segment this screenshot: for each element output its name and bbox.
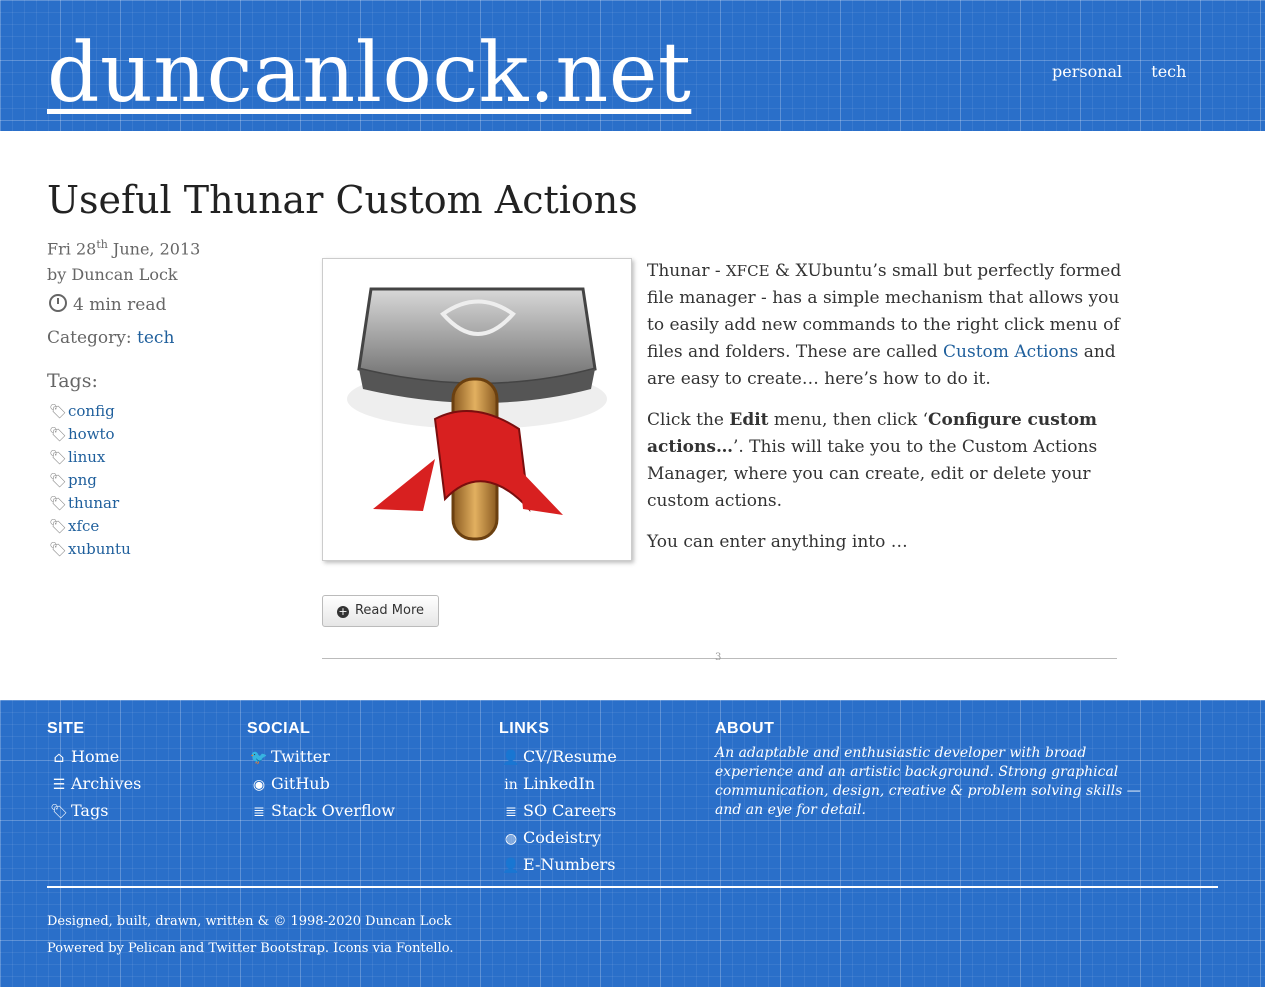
post-excerpt: Thunar - XFCE & XUbuntu’s small but perf… bbox=[647, 258, 1122, 570]
stackoverflow-icon: ≣ bbox=[253, 804, 265, 820]
tag-icon: 🏷 bbox=[49, 519, 67, 535]
footer-link-codeistry[interactable]: ◍ Codeistry bbox=[499, 825, 617, 852]
tag-list: 🏷config 🏷howto 🏷linux 🏷png 🏷thunar 🏷xfce… bbox=[49, 400, 131, 561]
category-link[interactable]: tech bbox=[137, 328, 174, 348]
footer-social: SOCIAL 🐦 Twitter ◉ GitHub ≣ Stack Overflow bbox=[247, 720, 395, 825]
divider-mark: 3 bbox=[715, 652, 722, 663]
twitter-icon: 🐦 bbox=[250, 750, 268, 766]
stackoverflow-icon: ≣ bbox=[505, 804, 517, 820]
footer-about-heading: ABOUT bbox=[715, 720, 775, 737]
tag-icon: 🏷 bbox=[49, 450, 67, 466]
footer-link-github[interactable]: ◉ GitHub bbox=[247, 771, 395, 798]
custom-actions-link[interactable]: Custom Actions bbox=[943, 342, 1078, 362]
footer-link-home[interactable]: ⌂ Home bbox=[47, 744, 141, 771]
clock-icon bbox=[49, 294, 67, 312]
post-title[interactable]: Useful Thunar Custom Actions bbox=[47, 178, 638, 222]
footer-links: LINKS 👤 CV/Resume in LinkedIn ≣ SO Careers … bbox=[499, 720, 617, 879]
bootstrap-link[interactable]: Twitter Bootstrap bbox=[208, 941, 325, 956]
github-icon: ◉ bbox=[252, 777, 266, 793]
post-category: Category: tech bbox=[47, 328, 175, 348]
footer-site-heading: SITE bbox=[47, 720, 85, 737]
footer-link-linkedin[interactable]: in LinkedIn bbox=[499, 771, 617, 798]
footer-copyright: Designed, built, drawn, written & © 1998… bbox=[47, 908, 453, 962]
footer-social-heading: SOCIAL bbox=[247, 720, 311, 737]
footer-divider bbox=[47, 886, 1218, 888]
footer-link-cv[interactable]: 👤 CV/Resume bbox=[499, 744, 617, 771]
tag-icon: 🏷 bbox=[49, 542, 67, 558]
linkedin-icon: in bbox=[504, 777, 518, 793]
nav-tech[interactable]: tech bbox=[1151, 62, 1186, 81]
tags-icon: 🏷 bbox=[50, 804, 68, 820]
user-icon: 👤 bbox=[502, 858, 520, 874]
tag-item[interactable]: 🏷linux bbox=[49, 446, 131, 469]
footer-about: ABOUT An adaptable and enthusiastic deve… bbox=[715, 720, 1160, 820]
tag-icon: 🏷 bbox=[49, 404, 67, 420]
home-icon: ⌂ bbox=[53, 750, 65, 766]
tag-item[interactable]: 🏷png bbox=[49, 469, 131, 492]
footer-link-socareers[interactable]: ≣ SO Careers bbox=[499, 798, 617, 825]
site-title-link[interactable]: duncanlock.net bbox=[47, 26, 691, 122]
nav-personal[interactable]: personal bbox=[1052, 62, 1122, 81]
powered-by: Powered by Pelican and Twitter Bootstrap… bbox=[47, 941, 454, 956]
site-header: duncanlock.net personal tech bbox=[0, 0, 1265, 131]
plus-circle-icon: + bbox=[336, 605, 349, 618]
footer-link-tags[interactable]: 🏷 Tags bbox=[47, 798, 141, 825]
about-text: An adaptable and enthusiastic developer … bbox=[715, 745, 1141, 818]
tag-item[interactable]: 🏷xfce bbox=[49, 515, 131, 538]
tag-item[interactable]: 🏷thunar bbox=[49, 492, 131, 515]
post-date: Fri 28th June, 2013 bbox=[47, 238, 201, 259]
tag-item[interactable]: 🏷howto bbox=[49, 423, 131, 446]
fontello-link[interactable]: Fontello bbox=[396, 941, 449, 956]
footer-link-twitter[interactable]: 🐦 Twitter bbox=[247, 744, 395, 771]
globe-icon: ◍ bbox=[504, 831, 518, 847]
tag-icon: 🏷 bbox=[49, 496, 67, 512]
tag-icon: 🏷 bbox=[49, 473, 67, 489]
read-time: 4 min read bbox=[49, 294, 166, 315]
pelican-link[interactable]: Pelican bbox=[128, 941, 176, 956]
footer-link-enumbers[interactable]: 👤 E-Numbers bbox=[499, 852, 617, 879]
tag-item[interactable]: 🏷xubuntu bbox=[49, 538, 131, 561]
footer-site: SITE ⌂ Home ☰ Archives 🏷 Tags bbox=[47, 720, 141, 825]
footer-link-archives[interactable]: ☰ Archives bbox=[47, 771, 142, 798]
footer-links-heading: LINKS bbox=[499, 720, 550, 737]
tag-icon: 🏷 bbox=[49, 427, 67, 443]
excerpt-para-2: Click the Edit menu, then click ‘Configu… bbox=[647, 410, 1098, 511]
hammer-icon bbox=[347, 287, 607, 541]
post-meta: Fri 28th June, 2013 by Duncan Lock bbox=[47, 232, 297, 288]
post-author: by Duncan Lock bbox=[47, 265, 178, 285]
post-thumbnail[interactable] bbox=[322, 258, 632, 561]
tags-heading: Tags: bbox=[47, 370, 98, 392]
list-icon: ☰ bbox=[52, 777, 66, 793]
site-footer: SITE ⌂ Home ☰ Archives 🏷 Tags SOCIAL 🐦 Twitt… bbox=[0, 700, 1265, 987]
top-nav: personal tech bbox=[1052, 62, 1210, 81]
copyright-text: Designed, built, drawn, written & © 1998… bbox=[47, 914, 452, 929]
footer-link-stackoverflow[interactable]: ≣ Stack Overflow bbox=[247, 798, 395, 825]
excerpt-para-1: Thunar - XFCE & XUbuntu’s small but perf… bbox=[647, 261, 1122, 389]
excerpt-para-3: You can enter anything into … bbox=[647, 532, 908, 552]
read-more-button[interactable]: + Read More bbox=[322, 595, 439, 627]
tag-item[interactable]: 🏷config bbox=[49, 400, 131, 423]
user-icon: 👤 bbox=[502, 750, 520, 766]
